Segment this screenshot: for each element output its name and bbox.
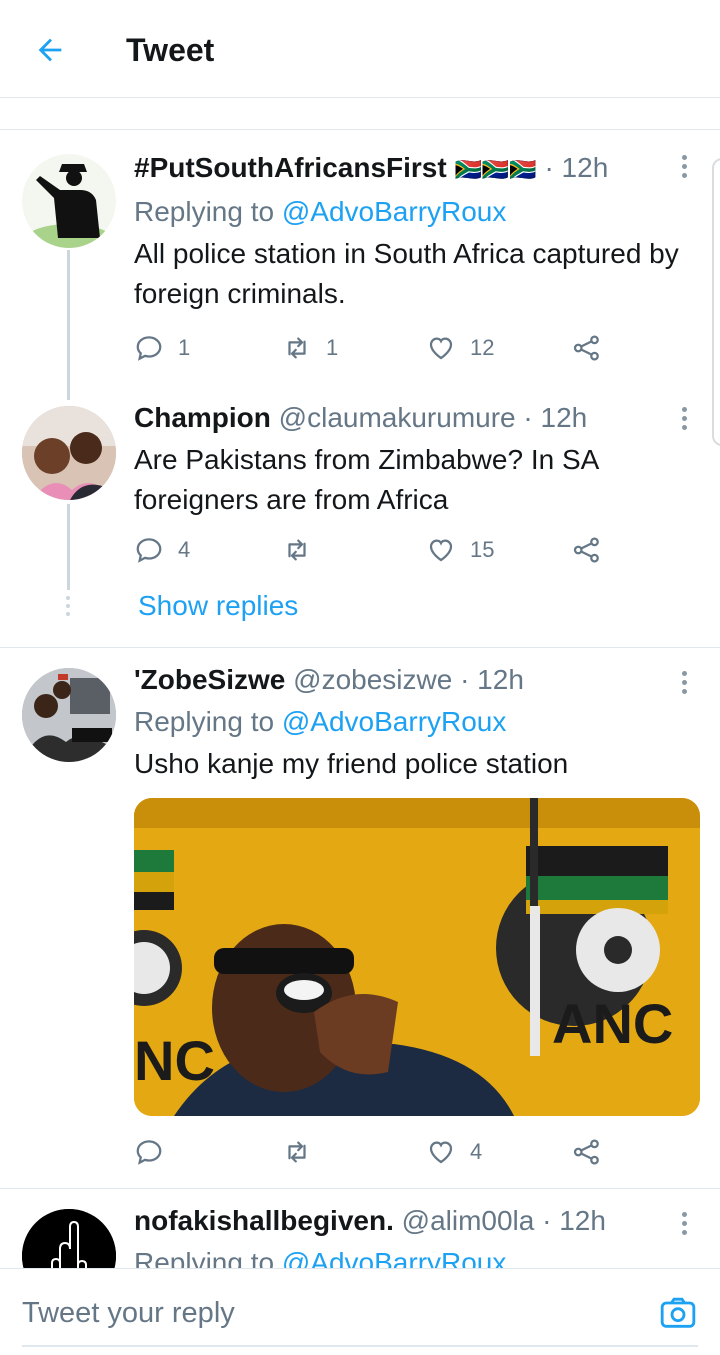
retweet-icon [288,1141,306,1163]
like-button[interactable]: 4 [426,1132,482,1172]
tweet-actions: 1 1 12 [134,328,614,368]
share-button[interactable] [572,530,602,570]
hand-gesture-avatar-image [22,1209,116,1268]
avatar[interactable] [22,154,116,248]
more-options-icon[interactable] [672,664,696,700]
tweet-header: nofakishallbegiven. @alim00la · 12h [134,1203,700,1239]
display-name[interactable]: #PutSouthAfricansFirst [134,152,447,183]
tweet-actions: 4 15 [134,530,614,570]
more-options-icon[interactable] [672,148,696,184]
reply-input[interactable]: Tweet your reply [22,1293,235,1333]
more-options-icon[interactable] [672,1205,696,1241]
share-button[interactable] [572,328,602,368]
saluting-soldier-avatar-image [22,154,116,248]
previous-tweet-actions-strip [0,98,720,130]
camera-icon [660,1297,696,1328]
heart-icon [429,539,453,562]
mention-link[interactable]: @AdvoBarryRoux [282,706,507,737]
tweet-header: Champion @claumakurumure · 12h [134,400,700,436]
share-icon [573,335,599,361]
tweet-2[interactable]: Champion @claumakurumure · 12h Are Pakis… [0,400,720,646]
reply-icon [136,538,162,563]
group-photo-avatar-image [22,668,116,762]
tweet-actions: 4 [134,1132,614,1172]
tweet-1[interactable]: #PutSouthAfricansFirst 🇿🇦🇿🇦🇿🇦 · 12h Repl… [0,130,720,400]
tweet-header: 'ZobeSizwe @zobesizwe · 12h [134,662,700,698]
more-options-icon[interactable] [672,400,696,436]
heart-icon [429,1141,453,1164]
username[interactable]: @zobesizwe [293,664,452,695]
avatar[interactable] [22,1209,116,1268]
media-text-right: ANC [552,992,673,1055]
back-button[interactable] [30,30,70,70]
display-name[interactable]: Champion [134,402,271,433]
tweet-media-image[interactable]: ANC NC [134,798,700,1116]
flag-emojis: 🇿🇦🇿🇦🇿🇦 [454,157,537,182]
avatar[interactable] [22,668,116,762]
anc-rally-photo: ANC NC [134,798,700,1116]
tweet-text: All police station in South Africa captu… [134,238,679,309]
replying-to-label: Replying to [134,706,275,737]
tweet-text: Usho kanje my friend police station [134,748,569,779]
retweet-icon [288,539,306,561]
reply-input-underline [22,1345,698,1347]
tweet-content: Champion @claumakurumure · 12h Are Pakis… [134,400,700,520]
reply-composer: Tweet your reply [0,1268,720,1355]
arrow-left-icon [38,38,62,62]
mention-link[interactable]: @AdvoBarryRoux [282,1247,507,1268]
replying-to-line: Replying to @AdvoBarryRoux [134,1245,700,1268]
tweet-text: Are Pakistans from Zimbabwe? In SA forei… [134,444,598,515]
reply-button[interactable] [134,1132,178,1172]
timestamp: · 12h [542,1205,606,1236]
like-button[interactable]: 15 [426,530,494,570]
family-photo-avatar-image [22,406,116,500]
mention-link[interactable]: @AdvoBarryRoux [282,196,507,227]
tweet-header: #PutSouthAfricansFirst 🇿🇦🇿🇦🇿🇦 · 12h [134,150,700,188]
retweet-count: 1 [326,335,339,360]
tweet-content: 'ZobeSizwe @zobesizwe · 12h Replying to … [134,662,700,784]
retweet-button[interactable] [282,530,326,570]
share-icon [573,1139,599,1165]
retweet-button[interactable] [282,1132,326,1172]
reply-count: 4 [178,537,191,562]
reply-icon [136,336,162,361]
camera-button[interactable] [658,1293,698,1333]
thread-line [67,504,70,590]
display-name[interactable]: nofakishallbegiven. [134,1205,394,1236]
replying-to-label: Replying to [134,196,275,227]
top-app-bar: Tweet [0,0,720,98]
show-replies-link[interactable]: Show replies [138,588,298,624]
share-icon [573,537,599,563]
timestamp: · 12h [523,402,588,433]
username[interactable]: @claumakurumure [279,402,516,433]
username[interactable]: @alim00la [402,1205,535,1236]
reply-button[interactable]: 1 [134,328,190,368]
like-count: 12 [470,335,495,360]
avatar[interactable] [22,406,116,500]
thread-continuation-dots [65,596,71,616]
replying-to-line: Replying to @AdvoBarryRoux [134,704,700,740]
share-button[interactable] [572,1132,602,1172]
tweet-content: #PutSouthAfricansFirst 🇿🇦🇿🇦🇿🇦 · 12h Repl… [134,150,700,314]
heart-icon [429,337,453,360]
page-title: Tweet [126,32,215,68]
tweet-3[interactable]: 'ZobeSizwe @zobesizwe · 12h Replying to … [0,648,720,1188]
tweet-content: nofakishallbegiven. @alim00la · 12h Repl… [134,1203,700,1268]
reply-icon [136,1140,162,1165]
reply-count: 1 [178,335,191,360]
thread-line [67,250,70,400]
timestamp: · 12h [460,664,524,695]
display-name[interactable]: 'ZobeSizwe [134,664,285,695]
retweet-icon [288,337,306,359]
like-count: 4 [470,1139,483,1164]
like-count: 15 [470,537,495,562]
replying-to-line: Replying to @AdvoBarryRoux [134,194,700,230]
reply-button[interactable]: 4 [134,530,190,570]
replying-to-label: Replying to [134,1247,275,1268]
like-button[interactable]: 12 [426,328,494,368]
tweet-4[interactable]: nofakishallbegiven. @alim00la · 12h Repl… [0,1189,720,1268]
retweet-button[interactable]: 1 [282,328,338,368]
timestamp: · 12h [544,152,609,183]
